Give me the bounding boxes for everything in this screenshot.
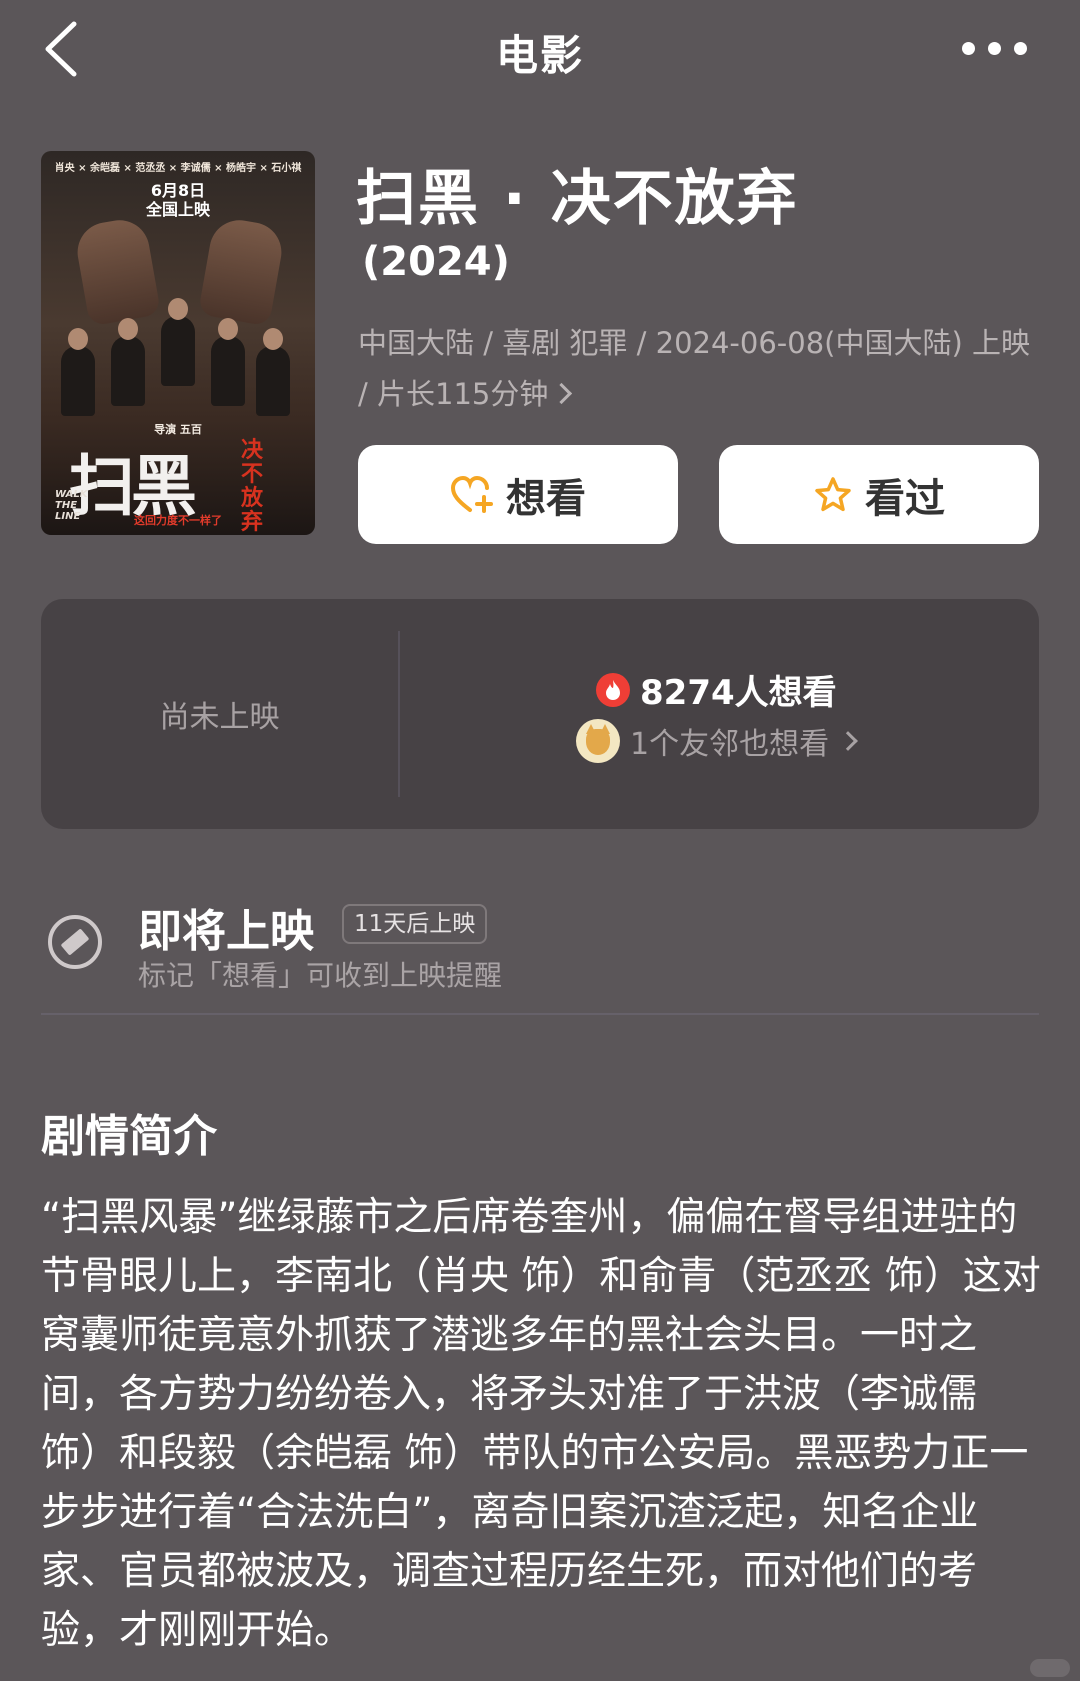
friends-want-link[interactable]: 1个友邻也想看: [576, 719, 858, 763]
poster-cast-figures: [51, 298, 305, 436]
poster-cast: 肖央 × 余皑磊 × 范丞丞 × 李诚儒 × 杨皓宇 × 石小祺: [54, 163, 302, 174]
days-until-badge: 11天后上映: [342, 904, 488, 944]
more-dots-icon[interactable]: [962, 30, 1032, 66]
rating-card: 尚未上映 8274人想看 1个友邻也想看: [41, 599, 1039, 829]
star-icon: [815, 476, 851, 511]
ticket-icon: [48, 915, 102, 969]
movie-year: (2024): [362, 239, 510, 285]
card-divider: [398, 631, 400, 797]
want-button-label: 想看: [506, 475, 586, 522]
movie-poster[interactable]: 肖央 × 余皑磊 × 范丞丞 × 李诚儒 × 杨皓宇 × 石小祺 6月8日 全国…: [41, 151, 315, 535]
want-count: 8274人想看: [596, 665, 837, 714]
movie-meta[interactable]: 中国大陆 / 喜剧 犯罪 / 2024-06-08(中国大陆) 上映 / 片长1…: [358, 318, 1048, 420]
watched-button[interactable]: 看过: [719, 445, 1039, 544]
release-status: 尚未上映: [159, 700, 280, 735]
watermark: [1030, 1659, 1070, 1677]
reminder-hint: 标记「想看」可收到上映提醒: [138, 959, 503, 992]
page-title: 电影: [495, 31, 584, 80]
fire-icon: [596, 672, 630, 707]
synopsis-heading: 剧情简介: [41, 1111, 217, 1162]
chevron-right-icon: [838, 731, 858, 751]
synopsis-text: “扫黑风暴”继绿藤市之后席卷奎州，偏偏在督导组进驻的节骨眼儿上，李南北（肖央 饰…: [41, 1195, 1041, 1653]
chevron-right-icon: [551, 382, 573, 405]
nav-bar: 电影: [0, 0, 1080, 100]
movie-title: 扫黑 · 决不放弃: [356, 164, 799, 234]
poster-release-date: 6月8日 全国上映: [145, 181, 210, 219]
section-divider: [41, 1013, 1039, 1015]
avatar: [576, 719, 620, 763]
upcoming-title: 即将上映: [138, 906, 314, 957]
want-to-watch-button[interactable]: 想看: [358, 445, 678, 544]
heart-plus-icon: [450, 475, 493, 513]
seen-button-label: 看过: [865, 475, 945, 522]
poster-tagline: 这回力度不一样了: [134, 514, 222, 527]
